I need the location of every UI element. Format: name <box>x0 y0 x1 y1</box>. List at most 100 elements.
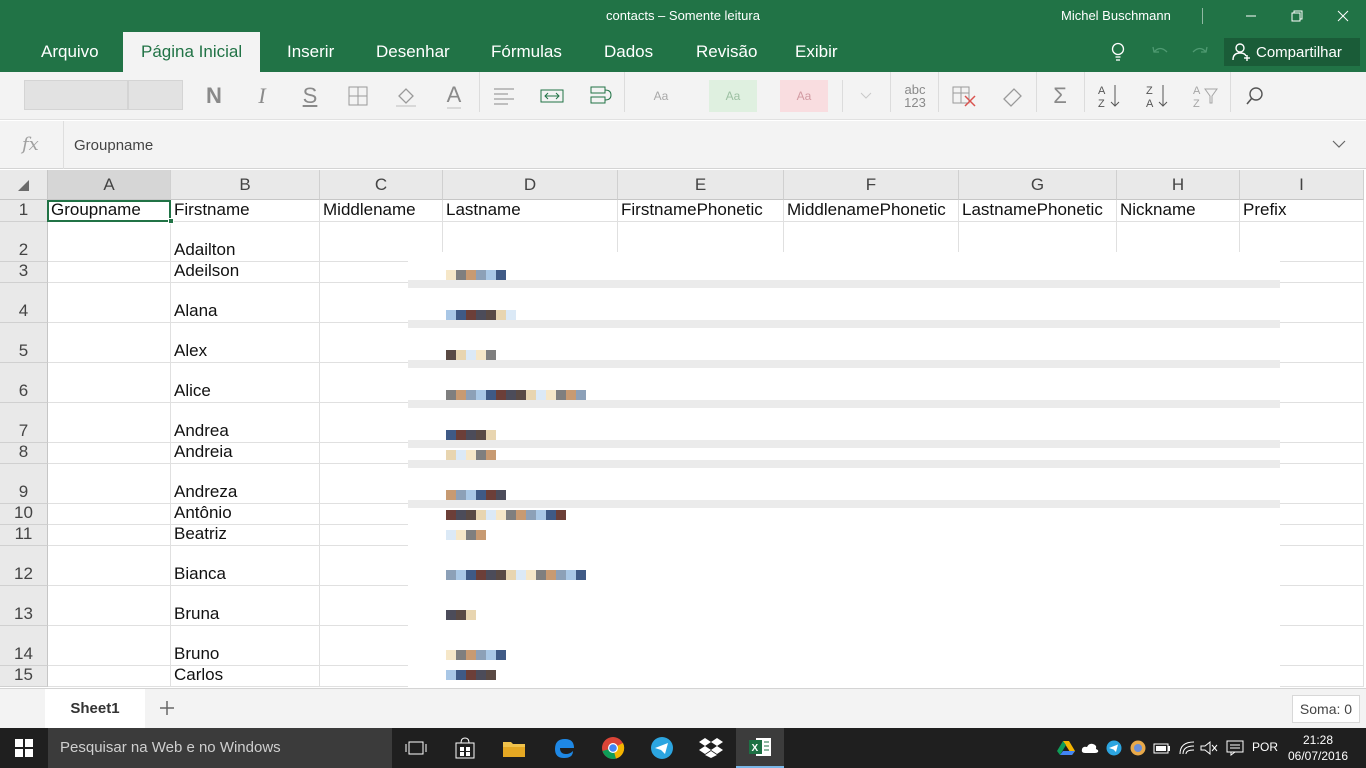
row-header[interactable]: 7 <box>0 403 48 443</box>
merge-center-button[interactable] <box>536 80 568 112</box>
tell-me-button[interactable] <box>1106 40 1130 64</box>
table-cell[interactable] <box>48 262 171 283</box>
table-cell[interactable]: Bruna <box>171 586 320 626</box>
autosum-button[interactable]: Σ <box>1044 80 1076 112</box>
table-cell[interactable]: Adailton <box>171 222 320 262</box>
table-cell[interactable]: Prefix <box>1240 200 1364 222</box>
telegram-tray[interactable] <box>1105 740 1123 756</box>
fx-icon[interactable]: fx <box>22 134 39 155</box>
table-cell[interactable]: MiddlenamePhonetic <box>784 200 959 222</box>
table-cell[interactable]: Adeilson <box>171 262 320 283</box>
sort-ascending-button[interactable]: AZ <box>1094 80 1126 112</box>
close-button[interactable] <box>1320 0 1366 32</box>
wrap-text-button[interactable] <box>584 80 616 112</box>
table-cell[interactable]: Andreia <box>171 443 320 464</box>
style-good[interactable]: Aa <box>709 80 757 112</box>
table-cell[interactable]: Middlename <box>320 200 443 222</box>
row-header[interactable]: 5 <box>0 323 48 363</box>
taskbar-search-input[interactable]: Pesquisar na Web e no Windows <box>48 728 392 768</box>
row-header[interactable]: 15 <box>0 665 48 687</box>
column-header-c[interactable]: C <box>320 170 443 200</box>
formula-input[interactable]: Groupname <box>74 137 153 154</box>
sheet-tab-sheet1[interactable]: Sheet1 <box>45 689 145 728</box>
table-cell[interactable]: Beatriz <box>171 525 320 546</box>
excel-app[interactable]: X <box>736 728 784 768</box>
table-cell[interactable]: Lastname <box>443 200 618 222</box>
column-header-e[interactable]: E <box>618 170 784 200</box>
tab-desenhar[interactable]: Desenhar <box>358 32 468 72</box>
row-header[interactable]: 12 <box>0 546 48 586</box>
select-all-button[interactable] <box>0 170 48 200</box>
filter-button[interactable]: AZ <box>1190 80 1222 112</box>
style-normal[interactable]: Aa <box>637 80 685 112</box>
table-cell[interactable] <box>48 403 171 443</box>
spreadsheet-grid[interactable]: A B C D E F G H I 1 Groupname Firstname Middlename La… <box>0 170 1366 688</box>
wifi-tray[interactable] <box>1178 740 1196 756</box>
styles-dropdown[interactable] <box>850 80 882 112</box>
minimize-button[interactable] <box>1228 0 1274 32</box>
table-cell[interactable] <box>48 283 171 323</box>
fill-color-button[interactable] <box>390 80 422 112</box>
table-cell[interactable]: Carlos <box>171 666 320 687</box>
table-cell[interactable] <box>48 222 171 262</box>
table-cell[interactable] <box>48 323 171 363</box>
table-cell[interactable] <box>48 626 171 666</box>
table-cell[interactable] <box>48 525 171 546</box>
style-bad[interactable]: Aa <box>780 80 828 112</box>
notifications-tray[interactable] <box>1226 740 1244 756</box>
row-header[interactable]: 2 <box>0 222 48 262</box>
underline-button[interactable]: S <box>294 80 326 112</box>
row-header[interactable]: 9 <box>0 464 48 504</box>
tab-inserir[interactable]: Inserir <box>269 32 352 72</box>
status-sum[interactable]: Soma: 0 <box>1292 695 1360 723</box>
telegram-app[interactable] <box>638 728 686 768</box>
table-cell[interactable] <box>48 363 171 403</box>
store-app[interactable] <box>441 728 489 768</box>
row-header[interactable]: 8 <box>0 442 48 464</box>
table-cell[interactable] <box>48 464 171 504</box>
table-cell[interactable]: Antônio <box>171 504 320 525</box>
row-header[interactable]: 11 <box>0 524 48 546</box>
column-header-h[interactable]: H <box>1117 170 1240 200</box>
clock[interactable]: 21:28 06/07/2016 <box>1284 732 1352 764</box>
table-cell[interactable]: Andrea <box>171 403 320 443</box>
volume-tray[interactable] <box>1200 740 1218 756</box>
row-header[interactable]: 14 <box>0 626 48 666</box>
app-tray[interactable] <box>1129 740 1147 756</box>
clear-button[interactable] <box>996 80 1028 112</box>
restore-button[interactable] <box>1274 0 1320 32</box>
edge-app[interactable] <box>540 728 588 768</box>
row-header[interactable]: 13 <box>0 586 48 626</box>
start-button[interactable] <box>0 728 48 768</box>
number-format-button[interactable]: abc 123 <box>899 80 931 112</box>
row-header[interactable]: 1 <box>0 200 48 222</box>
table-cell[interactable] <box>48 666 171 687</box>
italic-button[interactable]: I <box>246 80 278 112</box>
user-name[interactable]: Michel Buschmann <box>1061 8 1171 23</box>
table-cell[interactable]: Alex <box>171 323 320 363</box>
table-cell[interactable]: Bruno <box>171 626 320 666</box>
row-header[interactable]: 4 <box>0 283 48 323</box>
tab-exibir[interactable]: Exibir <box>777 32 856 72</box>
table-cell[interactable]: Bianca <box>171 546 320 586</box>
bold-button[interactable]: N <box>198 80 230 112</box>
tab-dados[interactable]: Dados <box>586 32 671 72</box>
table-cell[interactable] <box>48 443 171 464</box>
tab-revisao[interactable]: Revisão <box>678 32 775 72</box>
row-header[interactable]: 10 <box>0 503 48 525</box>
font-color-button[interactable]: A <box>438 80 470 112</box>
row-header[interactable]: 3 <box>0 261 48 283</box>
language-indicator[interactable]: POR <box>1252 740 1278 754</box>
table-cell[interactable]: Firstname <box>171 200 320 222</box>
table-cell[interactable]: Alice <box>171 363 320 403</box>
row-header[interactable]: 6 <box>0 363 48 403</box>
dropbox-app[interactable] <box>687 728 735 768</box>
align-left-button[interactable] <box>488 80 520 112</box>
find-button[interactable] <box>1239 80 1271 112</box>
column-header-f[interactable]: F <box>784 170 959 200</box>
share-button[interactable]: Compartilhar <box>1224 38 1360 66</box>
table-cell[interactable] <box>48 546 171 586</box>
column-header-d[interactable]: D <box>443 170 618 200</box>
table-cell[interactable] <box>48 586 171 626</box>
sort-descending-button[interactable]: ZA <box>1142 80 1174 112</box>
